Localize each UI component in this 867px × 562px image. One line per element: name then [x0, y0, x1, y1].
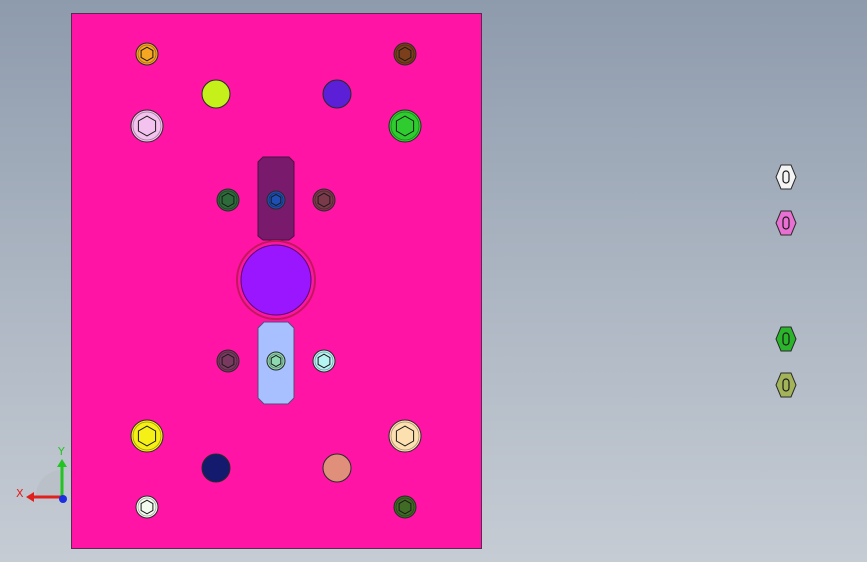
side-part-white-body: [775, 164, 797, 190]
bolt-cyan-hex-socket: [317, 353, 331, 369]
bolt-navy[interactable]: [201, 453, 231, 483]
bolt-orange[interactable]: [135, 42, 159, 66]
bolt-violet[interactable]: [322, 79, 352, 109]
bolt-cream-hex-socket: [395, 425, 415, 447]
axis-x-arrowhead: [26, 492, 34, 502]
axis-y-arrowhead: [57, 459, 67, 467]
side-parts-layer: [775, 164, 797, 398]
bolt-salmon-head: [322, 453, 352, 483]
bolt-lime[interactable]: [201, 79, 231, 109]
side-part-white[interactable]: [775, 164, 797, 190]
cad-viewport[interactable]: X Y: [0, 0, 867, 562]
bolt-mint-center-hex-socket: [270, 354, 282, 368]
side-part-pink[interactable]: [775, 210, 797, 236]
bolt-pink-light[interactable]: [130, 109, 164, 143]
center-hole[interactable]: [240, 244, 312, 316]
bolt-cyan[interactable]: [312, 349, 336, 373]
bolt-white-hex-socket: [140, 499, 154, 515]
bolt-blue-center[interactable]: [266, 190, 286, 210]
orientation-triad: X Y: [16, 445, 67, 503]
bolt-blue-center-hex-socket: [270, 193, 282, 207]
bolt-mauve-hex-socket: [317, 192, 331, 208]
bolt-lime-head: [201, 79, 231, 109]
axis-y-label: Y: [57, 445, 65, 458]
bolt-plum-hex-socket: [221, 353, 235, 369]
bolt-plum[interactable]: [216, 349, 240, 373]
bolt-brown[interactable]: [393, 42, 417, 66]
side-part-olive-body: [775, 372, 797, 398]
bolt-mauve[interactable]: [312, 188, 336, 212]
bolt-green-hex-socket: [395, 115, 415, 137]
bolt-white[interactable]: [135, 495, 159, 519]
bolt-darkgreen-left-hex-socket: [221, 192, 235, 208]
bolt-brown-hex-socket: [398, 46, 412, 62]
side-part-green-body: [775, 326, 797, 352]
bolt-green[interactable]: [388, 109, 422, 143]
bolt-orange-hex-socket: [140, 46, 154, 62]
bolt-yellow-hex-socket: [137, 425, 157, 447]
axis-x-label: X: [16, 487, 24, 500]
side-part-olive[interactable]: [775, 372, 797, 398]
bolt-violet-head: [322, 79, 352, 109]
bolt-darkgreen-left[interactable]: [216, 188, 240, 212]
bolt-mint-center[interactable]: [266, 351, 286, 371]
side-part-green[interactable]: [775, 326, 797, 352]
bolt-yellow[interactable]: [130, 419, 164, 453]
bolt-salmon[interactable]: [322, 453, 352, 483]
bolt-cream[interactable]: [388, 419, 422, 453]
bolt-olive-dark[interactable]: [393, 495, 417, 519]
side-part-pink-body: [775, 210, 797, 236]
bolt-navy-head: [201, 453, 231, 483]
axis-z-dot: [59, 495, 67, 503]
bolt-pink-light-hex-socket: [137, 115, 157, 137]
bolt-olive-dark-hex-socket: [398, 499, 412, 515]
